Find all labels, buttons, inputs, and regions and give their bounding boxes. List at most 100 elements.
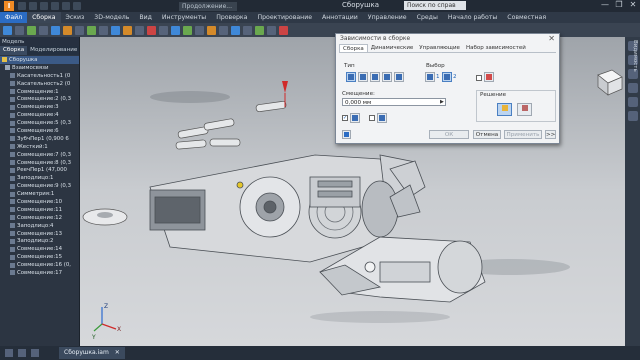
show-constraints-icon[interactable] bbox=[75, 25, 84, 35]
dialog-tab-transitional[interactable]: Управляющие bbox=[416, 44, 463, 52]
symmetry-constraint-button[interactable] bbox=[394, 72, 404, 82]
browser-tree-item[interactable]: Совмещение:12 bbox=[0, 214, 79, 222]
browser-tree-item[interactable]: Заподлицо:2 bbox=[0, 237, 79, 245]
new-icon[interactable] bbox=[18, 2, 26, 10]
save-icon[interactable] bbox=[40, 2, 48, 10]
browser-tree-item[interactable]: Совмещение:11 bbox=[0, 206, 79, 214]
frame-icon[interactable] bbox=[159, 25, 168, 35]
browser-tree-item[interactable]: ЗубчПер1 (0,900 6 bbox=[0, 135, 79, 143]
browser-tree-item[interactable]: Заподлицо:1 bbox=[0, 174, 79, 182]
free-rotate-icon[interactable] bbox=[99, 25, 108, 35]
tab-file[interactable]: Файл bbox=[0, 12, 28, 23]
close-button[interactable]: ✕ bbox=[628, 0, 638, 10]
tab-inspect[interactable]: Проверка bbox=[211, 12, 252, 23]
redo-icon[interactable] bbox=[62, 2, 70, 10]
dialog-tab-motion[interactable]: Динамические bbox=[368, 44, 417, 52]
browser-tree-item[interactable]: Совмещение:13 bbox=[0, 230, 79, 238]
tangent-constraint-button[interactable] bbox=[370, 72, 380, 82]
selection-1-button[interactable] bbox=[425, 72, 435, 82]
productivity-icon[interactable] bbox=[111, 25, 120, 35]
work-axis-icon[interactable] bbox=[243, 25, 252, 35]
browser-tree-item[interactable]: Совмещение:5 (0,3 bbox=[0, 119, 79, 127]
help-icon[interactable] bbox=[342, 130, 351, 139]
minimize-button[interactable]: — bbox=[600, 0, 610, 10]
finish-icon[interactable] bbox=[279, 25, 288, 35]
orbit-icon[interactable] bbox=[627, 97, 638, 107]
spur-gear-icon[interactable] bbox=[135, 25, 144, 35]
browser-tree-item[interactable]: Сборушка bbox=[0, 56, 79, 64]
browser-tree-item[interactable]: Касательность2 (0 bbox=[0, 80, 79, 88]
inventor-app-icon[interactable]: I bbox=[4, 1, 14, 11]
tab-annotate[interactable]: Аннотации bbox=[317, 12, 363, 23]
shaft-icon[interactable] bbox=[123, 25, 132, 35]
apply-button[interactable]: Применить bbox=[504, 130, 542, 139]
dialog-tab-assembly[interactable]: Сборка bbox=[339, 44, 368, 52]
browser-tree-item[interactable]: Заподлицо:4 bbox=[0, 222, 79, 230]
mirror-icon[interactable] bbox=[39, 25, 48, 35]
cancel-button[interactable]: Отмена bbox=[473, 130, 501, 139]
back-icon[interactable] bbox=[18, 349, 26, 357]
browser-tab-modeling[interactable]: Моделирование bbox=[27, 46, 80, 55]
measure-icon[interactable] bbox=[219, 25, 228, 35]
more-button[interactable]: >> bbox=[545, 130, 556, 139]
browser-tree-item[interactable]: Совмещение:16 (0, bbox=[0, 261, 79, 269]
tab-environments[interactable]: Среды bbox=[412, 12, 443, 23]
place-component-icon[interactable] bbox=[3, 25, 12, 35]
tab-view[interactable]: Вид bbox=[134, 12, 157, 23]
bolted-connection-icon[interactable] bbox=[147, 25, 156, 35]
content-center-icon[interactable] bbox=[171, 25, 180, 35]
document-tab[interactable]: Сборушка.iam ✕ bbox=[59, 347, 125, 359]
joint-icon[interactable] bbox=[63, 25, 72, 35]
browser-tree-item[interactable]: Совмещение:6 bbox=[0, 127, 79, 135]
tab-manage[interactable]: Управление bbox=[363, 12, 412, 23]
mate-constraint-button[interactable] bbox=[346, 72, 356, 82]
browser-tree-item[interactable]: Совмещение:4 bbox=[0, 111, 79, 119]
dialog-close-icon[interactable]: ✕ bbox=[548, 34, 555, 43]
bom-icon[interactable] bbox=[195, 25, 204, 35]
selection-2-button[interactable] bbox=[442, 72, 452, 82]
tab-get-started[interactable]: Начало работы bbox=[443, 12, 502, 23]
work-point-icon[interactable] bbox=[255, 25, 264, 35]
browser-tree-item[interactable]: Симметрия:1 bbox=[0, 190, 79, 198]
tab-design[interactable]: Проектирование bbox=[252, 12, 317, 23]
show-preview-checkbox[interactable]: ✓ bbox=[342, 115, 348, 121]
create-component-icon[interactable] bbox=[15, 25, 24, 35]
tab-assembly[interactable]: Сборка bbox=[27, 12, 61, 23]
browser-tree-item[interactable]: Совмещение:1 bbox=[0, 88, 79, 96]
simplify-icon[interactable] bbox=[183, 25, 192, 35]
home-view-icon[interactable] bbox=[5, 349, 13, 357]
tab-sketch[interactable]: Эскиз bbox=[61, 12, 90, 23]
offset-input[interactable]: 0,000 мм bbox=[342, 98, 446, 106]
zoom-icon[interactable] bbox=[627, 83, 638, 93]
browser-tree-item[interactable]: Совмещение:17 bbox=[0, 269, 79, 277]
constrain-icon[interactable] bbox=[51, 25, 60, 35]
project-dropdown[interactable]: Продолжение... bbox=[179, 1, 237, 11]
maximize-button[interactable]: ❐ bbox=[614, 0, 624, 10]
browser-tree-item[interactable]: Совмещение:14 bbox=[0, 245, 79, 253]
forward-icon[interactable] bbox=[31, 349, 39, 357]
undo-icon[interactable] bbox=[51, 2, 59, 10]
work-plane-icon[interactable] bbox=[231, 25, 240, 35]
home-icon[interactable] bbox=[73, 2, 81, 10]
document-tab-close-icon[interactable]: ✕ bbox=[115, 349, 120, 356]
browser-tree-item[interactable]: Жесткий:1 bbox=[0, 143, 79, 151]
tab-3d-model[interactable]: 3D-модель bbox=[89, 12, 134, 23]
browser-tree-item[interactable]: Совмещение:7 (0,3 bbox=[0, 151, 79, 159]
browser-tree-item[interactable]: Совмещение:10 bbox=[0, 198, 79, 206]
help-search-input[interactable]: Поиск по справ bbox=[404, 1, 466, 10]
browser-tree-item[interactable]: Совмещение:8 (0,3 bbox=[0, 159, 79, 167]
insert-constraint-button[interactable] bbox=[382, 72, 392, 82]
tab-tools[interactable]: Инструменты bbox=[157, 12, 211, 23]
solution-mate-button[interactable] bbox=[497, 103, 512, 116]
browser-tree-item[interactable]: Взаимосвязи bbox=[0, 64, 79, 72]
open-icon[interactable] bbox=[29, 2, 37, 10]
browser-tree-item[interactable]: Совмещение:3 bbox=[0, 103, 79, 111]
dialog-tab-constraint-set[interactable]: Набор зависимостей bbox=[463, 44, 529, 52]
ok-button[interactable]: ОК bbox=[429, 130, 469, 139]
look-at-icon[interactable] bbox=[627, 111, 638, 121]
browser-tab-assembly[interactable]: Сборка bbox=[0, 46, 28, 55]
pattern-icon[interactable] bbox=[27, 25, 36, 35]
parameters-icon[interactable] bbox=[207, 25, 216, 35]
browser-tree-item[interactable]: Совмещение:15 bbox=[0, 253, 79, 261]
browser-tree-item[interactable]: Совмещение:2 (0,3 bbox=[0, 95, 79, 103]
